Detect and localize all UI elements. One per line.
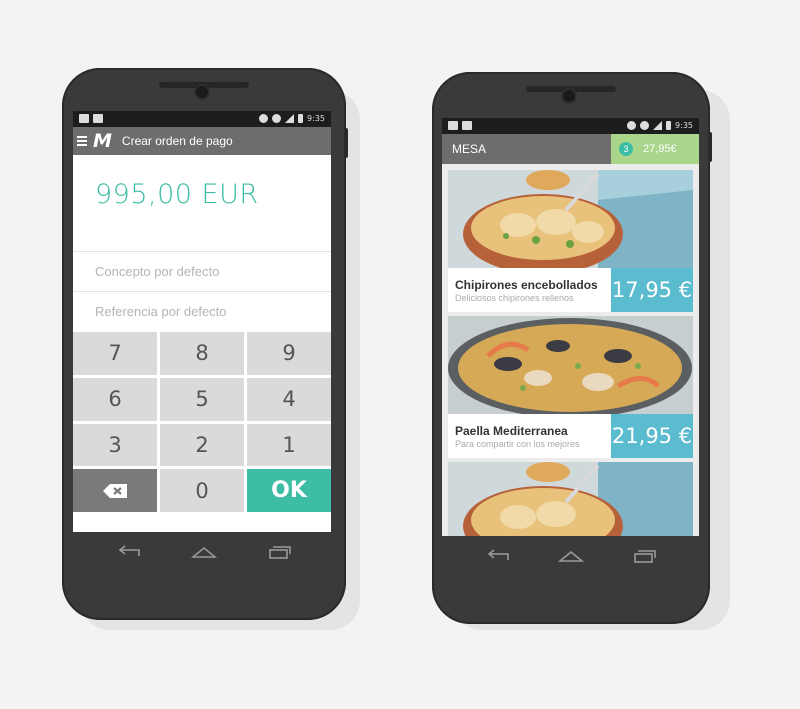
wifi-icon xyxy=(627,121,637,130)
menu-item-info: Paella Mediterranea Para compartir con l… xyxy=(448,414,693,458)
menu-item-description: Deliciosos chipirones rellenos xyxy=(455,293,574,303)
status-time: 9:35 xyxy=(675,121,693,130)
backspace-icon xyxy=(103,483,127,498)
ok-button[interactable]: OK xyxy=(247,469,331,512)
numeric-keypad: 7 8 9 6 5 4 3 2 1 0 OK xyxy=(73,332,331,512)
menu-item-card[interactable]: Chipirones encebollados Deliciosos chipi… xyxy=(448,170,693,312)
page-title: Crear orden de pago xyxy=(121,134,233,148)
mail-icon xyxy=(448,121,458,130)
squid-dish-photo xyxy=(448,170,693,268)
reference-field[interactable]: Referencia por defecto xyxy=(73,291,331,331)
signal-icon xyxy=(653,121,663,130)
cart-count-badge: 3 xyxy=(619,142,633,156)
alarm-icon xyxy=(272,114,282,123)
key-0[interactable]: 0 xyxy=(160,469,244,512)
key-7[interactable]: 7 xyxy=(73,332,157,375)
right-phone-side-button xyxy=(708,132,712,162)
left-screen: 9:35 M Crear orden de pago 995,00 EUR Co… xyxy=(73,111,331,532)
menu-icon[interactable] xyxy=(77,136,91,146)
paella-photo xyxy=(448,316,693,414)
app-logo: M xyxy=(93,130,112,152)
concept-field[interactable]: Concepto por defecto xyxy=(73,251,331,291)
key-4[interactable]: 4 xyxy=(247,377,331,421)
nav-bar xyxy=(92,540,316,564)
left-phone-side-button xyxy=(344,128,348,158)
right-screen: 9:35 MESA 3 27,95€ Chipirones encebollad… xyxy=(442,118,699,536)
key-9[interactable]: 9 xyxy=(247,332,331,375)
back-button[interactable] xyxy=(114,542,144,562)
back-button[interactable] xyxy=(483,546,513,566)
backspace-key[interactable] xyxy=(73,469,157,512)
key-1[interactable]: 1 xyxy=(247,423,331,467)
left-phone: 9:35 M Crear orden de pago 995,00 EUR Co… xyxy=(62,68,348,620)
right-phone-camera xyxy=(563,90,575,102)
recents-button[interactable] xyxy=(629,546,659,566)
stage: 9:35 M Crear orden de pago 995,00 EUR Co… xyxy=(0,0,800,709)
chat-icon xyxy=(93,114,103,123)
home-button[interactable] xyxy=(556,546,586,566)
menu-item-info: Chipirones encebollados Deliciosos chipi… xyxy=(448,268,693,312)
back-icon xyxy=(488,549,510,560)
menu-item-card[interactable]: Paella Mediterranea Para compartir con l… xyxy=(448,316,693,458)
menu-item-name: Chipirones encebollados xyxy=(455,278,598,292)
key-3[interactable]: 3 xyxy=(73,423,157,467)
table-toolbar: MESA 3 27,95€ xyxy=(442,134,699,164)
app-toolbar: M Crear orden de pago xyxy=(73,127,331,155)
menu-item-card[interactable] xyxy=(448,462,693,536)
menu-list: Chipirones encebollados Deliciosos chipi… xyxy=(442,164,699,536)
battery-icon xyxy=(666,121,672,130)
back-icon xyxy=(119,545,141,556)
menu-item-price[interactable]: 17,95 € xyxy=(611,268,693,312)
table-title: MESA xyxy=(452,142,487,156)
battery-icon xyxy=(298,114,304,123)
right-phone: 9:35 MESA 3 27,95€ Chipirones encebollad… xyxy=(432,72,712,624)
key-8[interactable]: 8 xyxy=(160,332,244,375)
alarm-icon xyxy=(640,121,650,130)
menu-item-price[interactable]: 21,95 € xyxy=(611,414,693,458)
status-time: 9:35 xyxy=(307,114,325,123)
home-icon xyxy=(190,546,217,558)
nav-bar xyxy=(462,544,680,568)
signal-icon xyxy=(285,114,295,123)
key-5[interactable]: 5 xyxy=(160,377,244,421)
status-bar: 9:35 xyxy=(73,111,331,127)
squid-dish-photo xyxy=(448,462,693,536)
menu-item-description: Para compartir con los mejores xyxy=(455,439,580,449)
left-phone-camera xyxy=(196,86,208,98)
home-button[interactable] xyxy=(189,542,219,562)
wifi-icon xyxy=(259,114,269,123)
chat-icon xyxy=(462,121,472,130)
key-2[interactable]: 2 xyxy=(160,423,244,467)
cart-summary-button[interactable]: 3 27,95€ xyxy=(611,134,699,164)
home-icon xyxy=(557,550,584,562)
status-bar: 9:35 xyxy=(442,118,699,134)
menu-item-name: Paella Mediterranea xyxy=(455,424,568,438)
key-6[interactable]: 6 xyxy=(73,377,157,421)
cart-total: 27,95€ xyxy=(643,143,677,155)
mail-icon xyxy=(79,114,89,123)
recents-icon xyxy=(268,546,291,559)
amount-display[interactable]: 995,00 EUR xyxy=(95,179,259,210)
recents-icon xyxy=(633,550,656,563)
recents-button[interactable] xyxy=(264,542,294,562)
